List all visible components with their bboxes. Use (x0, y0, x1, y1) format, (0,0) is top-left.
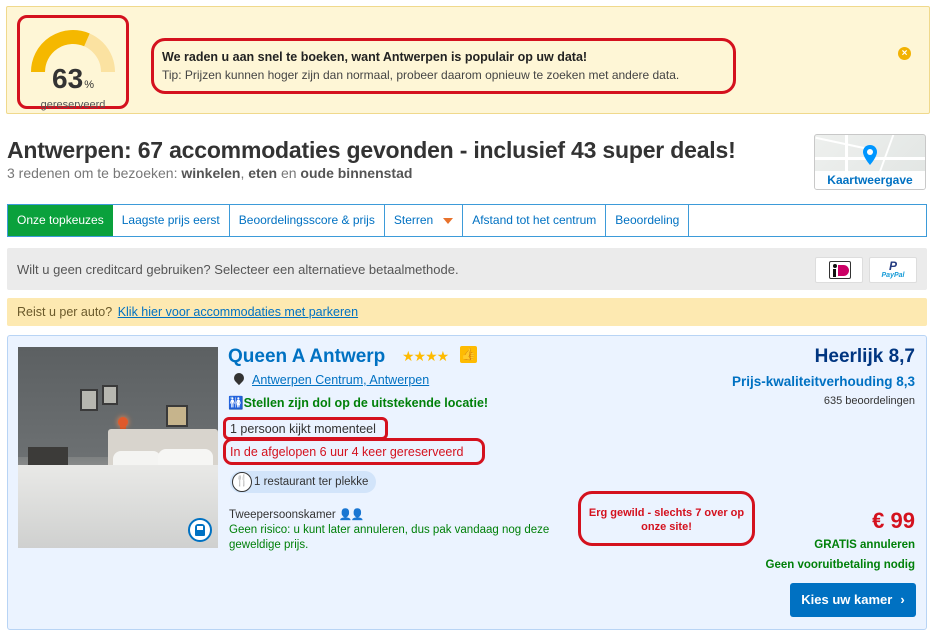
sort-tabs: Onze topkeuzes Laagste prijs eerst Beoor… (7, 204, 927, 237)
review-score: Heerlijk 8,7 (814, 346, 915, 367)
property-photo[interactable] (18, 347, 218, 548)
map-pin-icon (863, 145, 877, 165)
paypal-icon[interactable]: P PayPal (869, 257, 917, 283)
payment-methods-bar: Wilt u geen creditcard gebruiken? Select… (7, 248, 927, 290)
gauge-percent: 63% (52, 63, 94, 94)
location-pin-icon (231, 370, 247, 386)
no-prepayment: Geen vooruitbetaling nodig (765, 559, 916, 571)
close-icon[interactable]: × (898, 47, 911, 60)
thumbs-up-icon: 👍 (460, 346, 477, 363)
restaurant-icon: 🍴 (232, 472, 252, 492)
property-card[interactable]: Queen A Antwerp ★★★★ 👍 Antwerpen Centrum… (7, 335, 927, 630)
recently-booked-highlight: In de afgelopen 6 uur 4 keer gereserveer… (223, 438, 485, 465)
chevron-right-icon: › (900, 592, 905, 607)
map-view-button[interactable]: Kaartweergave (814, 134, 926, 190)
tab-top-picks[interactable]: Onze topkeuzes (8, 205, 113, 236)
star-rating: ★★★★ (402, 348, 449, 364)
reason-shopping: winkelen (181, 165, 241, 181)
booked-gauge: 63% gereserveerd (17, 15, 129, 111)
alert-tip: Tip: Prijzen kunnen hoger zijn dan norma… (162, 68, 680, 82)
parking-link[interactable]: Klik hier voor accommodaties met parkere… (118, 305, 358, 319)
parking-question: Reist u per auto? (17, 305, 113, 319)
gauge-label: gereserveerd (40, 99, 106, 111)
alert-title: We raden u aan snel te boeken, want Antw… (162, 50, 588, 64)
review-count[interactable]: 635 beoordelingen (824, 395, 915, 407)
location-praise: 🚻Stellen zijn dol op de uitstekende loca… (228, 396, 489, 410)
choose-room-button[interactable]: Kies uw kamer › (790, 583, 916, 617)
tab-review[interactable]: Beoordeling (606, 205, 690, 236)
caret-down-icon (443, 217, 454, 224)
urgency-alert: 63% gereserveerd We raden u aan snel te … (6, 6, 930, 114)
popular-note: Erg gewild - slechts 7 over op onze site… (588, 507, 745, 533)
value-for-money-score: Prijs-kwaliteitverhouding 8,3 (731, 374, 915, 389)
popular-note-highlight: Erg gewild - slechts 7 over op onze site… (578, 491, 755, 546)
tab-distance-center[interactable]: Afstand tot het centrum (463, 205, 607, 236)
viewing-now-highlight: 1 persoon kijkt momenteel (223, 417, 388, 440)
tab-lowest-price[interactable]: Laagste prijs eerst (113, 205, 230, 236)
reasons-to-visit: 3 redenen om te bezoeken: winkelen, eten… (7, 165, 413, 181)
ideal-icon[interactable] (815, 257, 863, 283)
tab-score-and-price[interactable]: Beoordelingsscore & prijs (230, 205, 385, 236)
two-people-icon: 👤👤 (338, 509, 364, 521)
price: € 99 (872, 508, 915, 533)
parking-bar: Reist u per auto? Klik hier voor accommo… (7, 298, 927, 326)
hotel-name[interactable]: Queen A Antwerp (228, 346, 385, 368)
recently-booked: In de afgelopen 6 uur 4 keer gereserveer… (230, 445, 464, 459)
reason-old-town: oude binnenstad (300, 165, 413, 181)
map-view-label: Kaartweergave (815, 171, 925, 189)
results-heading: Antwerpen: 67 accommodaties gevonden - i… (7, 137, 736, 163)
train-icon (188, 518, 212, 542)
couple-icon: 🚻 (228, 396, 244, 410)
alert-message: We raden u aan snel te boeken, want Antw… (151, 38, 736, 94)
free-cancellation: GRATIS annuleren (814, 539, 915, 551)
location-line: Antwerpen Centrum, Antwerpen (231, 370, 429, 387)
location-link[interactable]: Antwerpen Centrum, Antwerpen (252, 373, 429, 387)
reason-eating: eten (248, 165, 278, 181)
risk-free-note: Geen risico: u kunt later annuleren, dus… (229, 524, 550, 551)
room-type: Tweepersoonskamer 👤👤 (229, 509, 364, 521)
payment-methods-text: Wilt u geen creditcard gebruiken? Select… (17, 262, 459, 277)
restaurant-badge: 🍴 1 restaurant ter plekke (230, 471, 377, 493)
viewing-now: 1 persoon kijkt momenteel (230, 422, 376, 436)
tab-stars[interactable]: Sterren (385, 205, 464, 236)
